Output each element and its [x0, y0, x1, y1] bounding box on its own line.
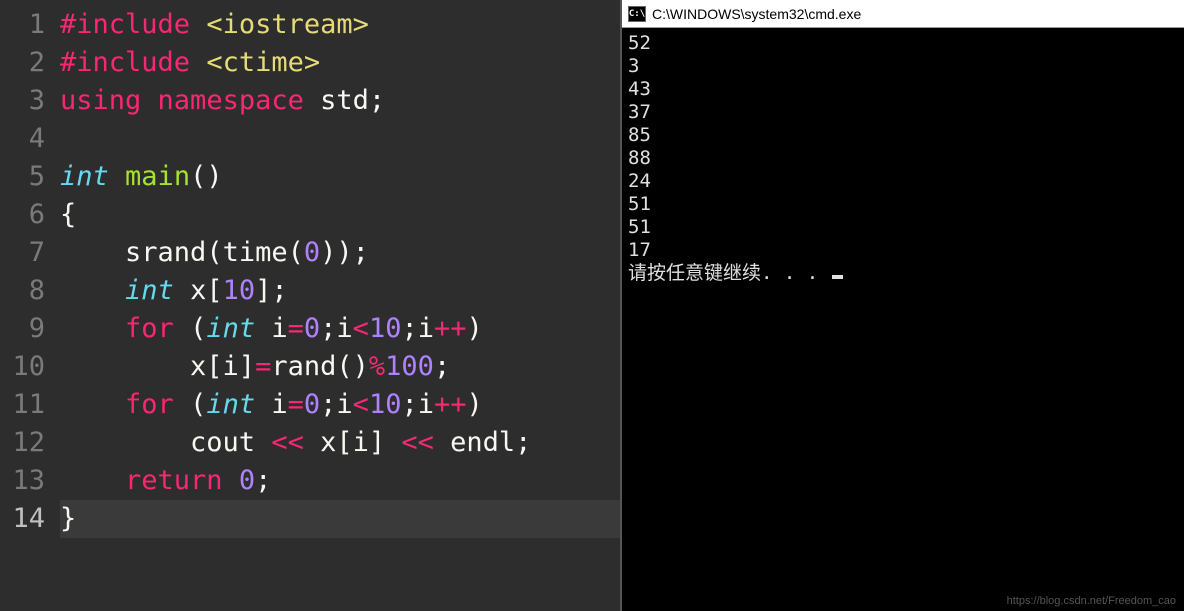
watermark: https://blog.csdn.net/Freedom_cao [1007, 595, 1176, 607]
console-titlebar[interactable]: C:\ C:\WINDOWS\system32\cmd.exe [622, 0, 1184, 28]
line-number: 9 [0, 310, 45, 348]
line-number: 7 [0, 234, 45, 272]
code-line[interactable]: using namespace std; [60, 82, 620, 120]
cursor [832, 275, 843, 279]
code-line[interactable]: x[i]=rand()%100; [60, 348, 620, 386]
console-title: C:\WINDOWS\system32\cmd.exe [652, 6, 861, 22]
line-number: 10 [0, 348, 45, 386]
line-number: 1 [0, 6, 45, 44]
line-number: 3 [0, 82, 45, 120]
output-line: 3 [628, 55, 1178, 78]
code-line[interactable]: cout << x[i] << endl; [60, 424, 620, 462]
output-line: 24 [628, 170, 1178, 193]
code-area[interactable]: #include <iostream>#include <ctime>using… [60, 0, 620, 611]
output-line: 51 [628, 193, 1178, 216]
output-line: 85 [628, 124, 1178, 147]
line-number: 2 [0, 44, 45, 82]
code-editor-pane[interactable]: 1234567891011121314 #include <iostream>#… [0, 0, 620, 611]
code-line[interactable]: { [60, 196, 620, 234]
code-line[interactable] [60, 120, 620, 158]
code-line[interactable]: int x[10]; [60, 272, 620, 310]
line-number: 12 [0, 424, 45, 462]
code-line[interactable]: srand(time(0)); [60, 234, 620, 272]
code-line[interactable]: #include <ctime> [60, 44, 620, 82]
output-line: 51 [628, 216, 1178, 239]
line-number: 13 [0, 462, 45, 500]
console-window[interactable]: C:\ C:\WINDOWS\system32\cmd.exe 52343378… [620, 0, 1184, 611]
line-number: 11 [0, 386, 45, 424]
line-number: 4 [0, 120, 45, 158]
output-line: 43 [628, 78, 1178, 101]
output-line: 52 [628, 32, 1178, 55]
console-output: 5234337858824515117请按任意键继续. . . [622, 28, 1184, 289]
cmd-icon: C:\ [628, 6, 646, 22]
code-line[interactable]: int main() [60, 158, 620, 196]
line-number: 8 [0, 272, 45, 310]
line-number: 14 [0, 500, 45, 538]
line-number: 6 [0, 196, 45, 234]
line-number: 5 [0, 158, 45, 196]
code-line[interactable]: return 0; [60, 462, 620, 500]
output-line: 37 [628, 101, 1178, 124]
code-line[interactable]: for (int i=0;i<10;i++) [60, 386, 620, 424]
prompt-line: 请按任意键继续. . . [628, 262, 1178, 285]
code-line[interactable]: for (int i=0;i<10;i++) [60, 310, 620, 348]
code-line[interactable]: #include <iostream> [60, 6, 620, 44]
code-line[interactable]: } [60, 500, 620, 538]
output-line: 17 [628, 239, 1178, 262]
output-line: 88 [628, 147, 1178, 170]
line-number-gutter: 1234567891011121314 [0, 0, 60, 611]
